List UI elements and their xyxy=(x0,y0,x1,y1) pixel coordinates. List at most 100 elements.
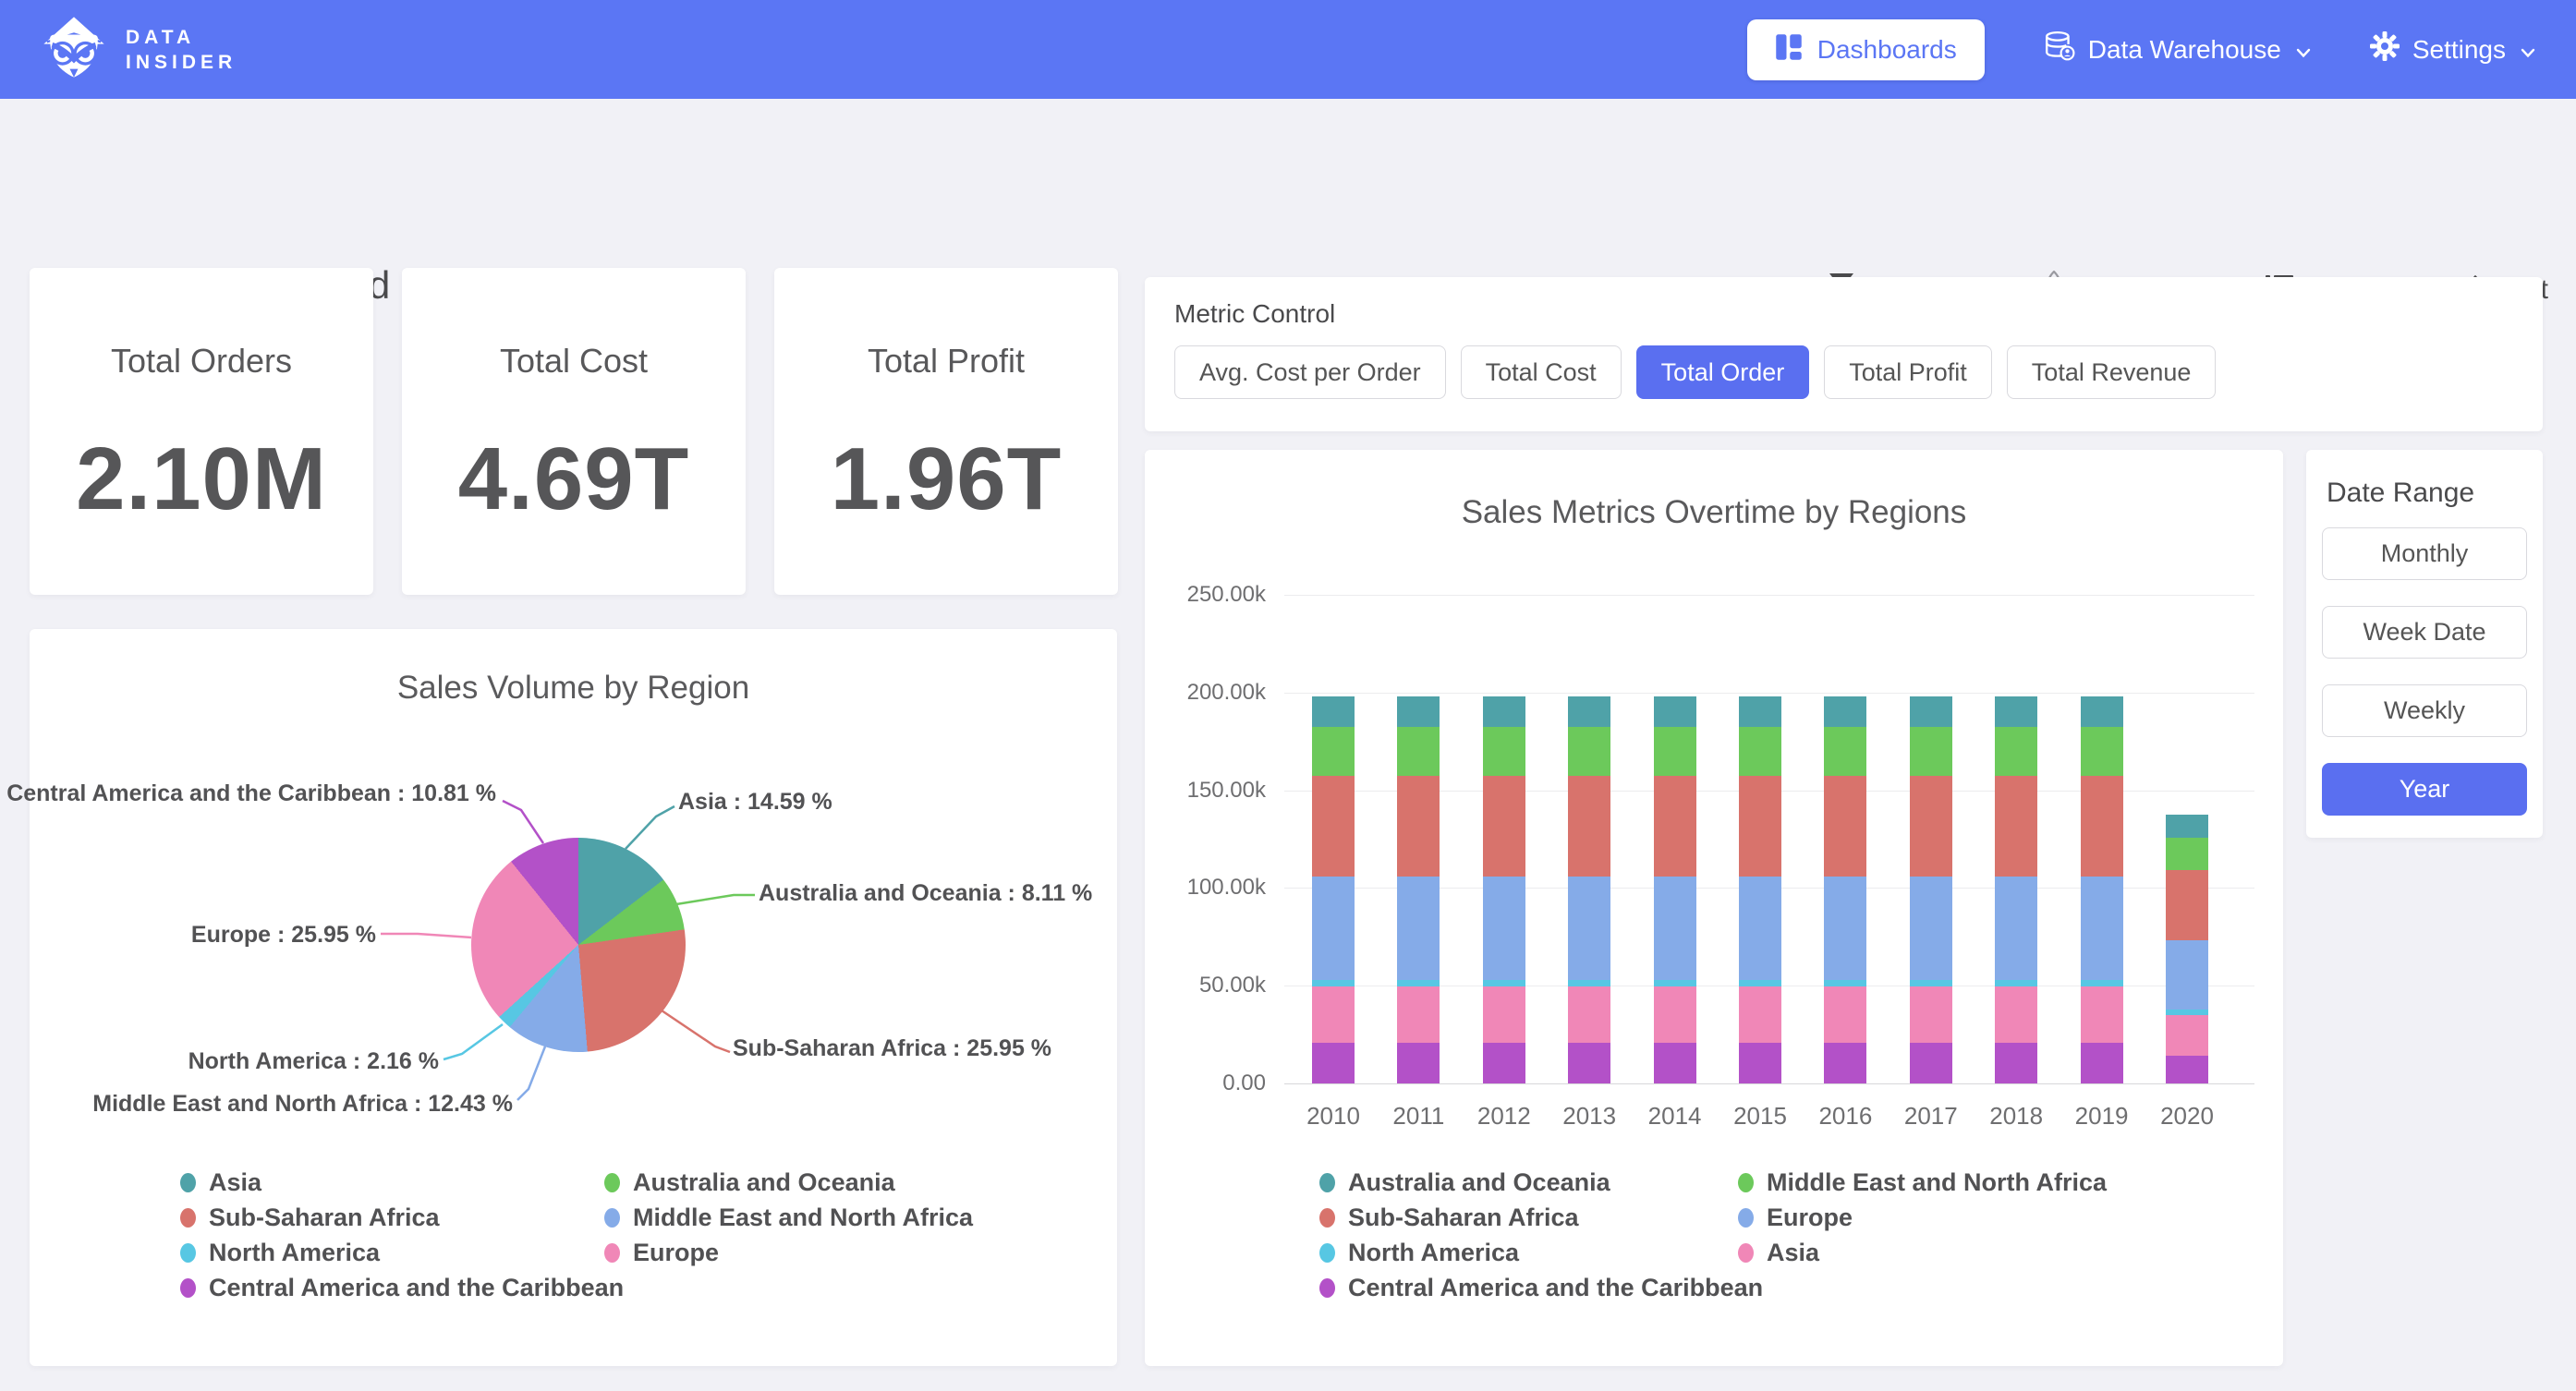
nav-settings[interactable]: Settings xyxy=(2370,31,2535,67)
x-axis-label: 2017 xyxy=(1889,1102,1973,1131)
bar-column xyxy=(1483,696,1525,1083)
x-axis-label: 2014 xyxy=(1634,1102,1717,1131)
metric-button[interactable]: Total Profit xyxy=(1824,345,1992,399)
bar-segment xyxy=(2081,980,2123,986)
bar-segment xyxy=(1995,980,2037,986)
legend-marker xyxy=(180,1243,196,1263)
bar-segment xyxy=(1568,986,1610,1042)
pie-chart xyxy=(471,838,686,1052)
legend-marker xyxy=(1319,1208,1335,1228)
legend-item[interactable]: North America xyxy=(180,1239,380,1266)
bar-segment xyxy=(1312,1043,1355,1083)
bar-segment xyxy=(1568,776,1610,877)
legend-label: Asia xyxy=(209,1168,261,1197)
bar-segment xyxy=(1910,696,1952,727)
legend-marker xyxy=(180,1208,196,1228)
bar-chart-title: Sales Metrics Overtime by Regions xyxy=(1145,494,2283,531)
bar-segment xyxy=(1995,877,2037,981)
pie-leader-line xyxy=(626,806,674,849)
bar-segment xyxy=(2081,727,2123,775)
bar-segment xyxy=(1824,877,1866,981)
bar-segment xyxy=(1483,727,1525,775)
bar-segment xyxy=(1739,1043,1781,1083)
bar-segment xyxy=(1312,727,1355,775)
pie-slice-label: Central America and the Caribbean : 10.8… xyxy=(6,780,496,807)
bar-segment xyxy=(1739,980,1781,986)
x-axis-label: 2013 xyxy=(1548,1102,1631,1131)
x-axis-label: 2020 xyxy=(2145,1102,2229,1131)
legend-item[interactable]: Australia and Oceania xyxy=(604,1168,895,1196)
date-range-button[interactable]: Monthly xyxy=(2322,527,2527,580)
database-icon xyxy=(2044,30,2075,68)
kpi-card: Total Profit1.96T xyxy=(774,268,1118,595)
legend-label: Australia and Oceania xyxy=(633,1168,895,1197)
legend-marker xyxy=(1319,1278,1335,1298)
pie-slice-label: Australia and Oceania : 8.11 % xyxy=(759,880,1092,907)
kpi-label: Total Cost xyxy=(402,342,746,381)
kpi-card: Total Orders2.10M xyxy=(30,268,373,595)
bar-segment xyxy=(1312,776,1355,877)
nav-dashboards-button[interactable]: Dashboards xyxy=(1747,19,1985,80)
legend-item[interactable]: Middle East and North Africa xyxy=(1738,1168,2107,1196)
metric-button[interactable]: Total Revenue xyxy=(2007,345,2217,399)
legend-label: Asia xyxy=(1767,1239,1819,1267)
bar-segment xyxy=(1654,776,1696,877)
legend-marker xyxy=(1738,1243,1754,1263)
legend-item[interactable]: Europe xyxy=(604,1239,719,1266)
pie-leader-line xyxy=(662,1010,730,1052)
legend-item[interactable]: North America xyxy=(1319,1239,1519,1266)
nav-data-warehouse-label: Data Warehouse xyxy=(2088,35,2281,65)
kpi-label: Total Profit xyxy=(774,342,1118,381)
bar-segment xyxy=(1654,980,1696,986)
bar-column xyxy=(1312,696,1355,1083)
metric-control-card: Metric Control Avg. Cost per OrderTotal … xyxy=(1145,277,2543,431)
metric-buttons: Avg. Cost per Order Total Cost Total Order… xyxy=(1174,345,2216,399)
gridline xyxy=(1284,1083,2254,1084)
legend-marker xyxy=(604,1173,620,1192)
legend-item[interactable]: Central America and the Caribbean xyxy=(1319,1274,1763,1301)
metric-button[interactable]: Total Cost xyxy=(1461,345,1622,399)
legend-item[interactable]: Asia xyxy=(180,1168,261,1196)
x-axis-label: 2011 xyxy=(1377,1102,1460,1131)
legend-label: Middle East and North Africa xyxy=(633,1204,973,1232)
date-range-button[interactable]: Week Date xyxy=(2322,606,2527,659)
date-range-button[interactable]: Year xyxy=(2322,763,2527,816)
bar-segment xyxy=(1995,776,2037,877)
legend-marker xyxy=(1738,1173,1754,1192)
legend-item[interactable]: Europe xyxy=(1738,1204,1853,1231)
bar-segment xyxy=(1483,877,1525,981)
legend-item[interactable]: Sub-Saharan Africa xyxy=(180,1204,440,1231)
bar-segment xyxy=(1654,727,1696,775)
nav-settings-label: Settings xyxy=(2412,35,2506,65)
bar-segment xyxy=(1995,986,2037,1042)
legend-marker xyxy=(1738,1208,1754,1228)
x-axis-label: 2012 xyxy=(1463,1102,1546,1131)
bar-segment xyxy=(1910,980,1952,986)
chevron-down-icon xyxy=(2296,35,2311,65)
pie-slice-label: Sub-Saharan Africa : 25.95 % xyxy=(733,1035,1051,1062)
legend-label: North America xyxy=(1348,1239,1519,1267)
bar-column xyxy=(1654,696,1696,1083)
nav-data-warehouse[interactable]: Data Warehouse xyxy=(2044,30,2311,68)
metric-button[interactable]: Avg. Cost per Order xyxy=(1174,345,1446,399)
bar-segment xyxy=(1824,980,1866,986)
bar-segment xyxy=(2081,776,2123,877)
bar-segment xyxy=(1483,980,1525,986)
bar-segment xyxy=(1995,696,2037,727)
navbar: DATA INSIDER Dashboards xyxy=(0,0,2576,99)
brand[interactable]: DATA INSIDER xyxy=(41,14,237,85)
bar-segment xyxy=(1910,986,1952,1042)
bar-segment xyxy=(1397,877,1440,981)
bar-segment xyxy=(1312,696,1355,727)
y-axis-tick: 0.00 xyxy=(1136,1070,1266,1096)
legend-item[interactable]: Middle East and North Africa xyxy=(604,1204,973,1231)
legend-item[interactable]: Australia and Oceania xyxy=(1319,1168,1610,1196)
legend-item[interactable]: Sub-Saharan Africa xyxy=(1319,1204,1579,1231)
legend-item[interactable]: Asia xyxy=(1738,1239,1819,1266)
metric-button[interactable]: Total Order xyxy=(1636,345,1810,399)
gear-icon xyxy=(2370,31,2400,67)
date-range-button[interactable]: Weekly xyxy=(2322,684,2527,737)
legend-item[interactable]: Central America and the Caribbean xyxy=(180,1274,624,1301)
bar-segment xyxy=(1654,1043,1696,1083)
bar-segment xyxy=(1397,727,1440,775)
